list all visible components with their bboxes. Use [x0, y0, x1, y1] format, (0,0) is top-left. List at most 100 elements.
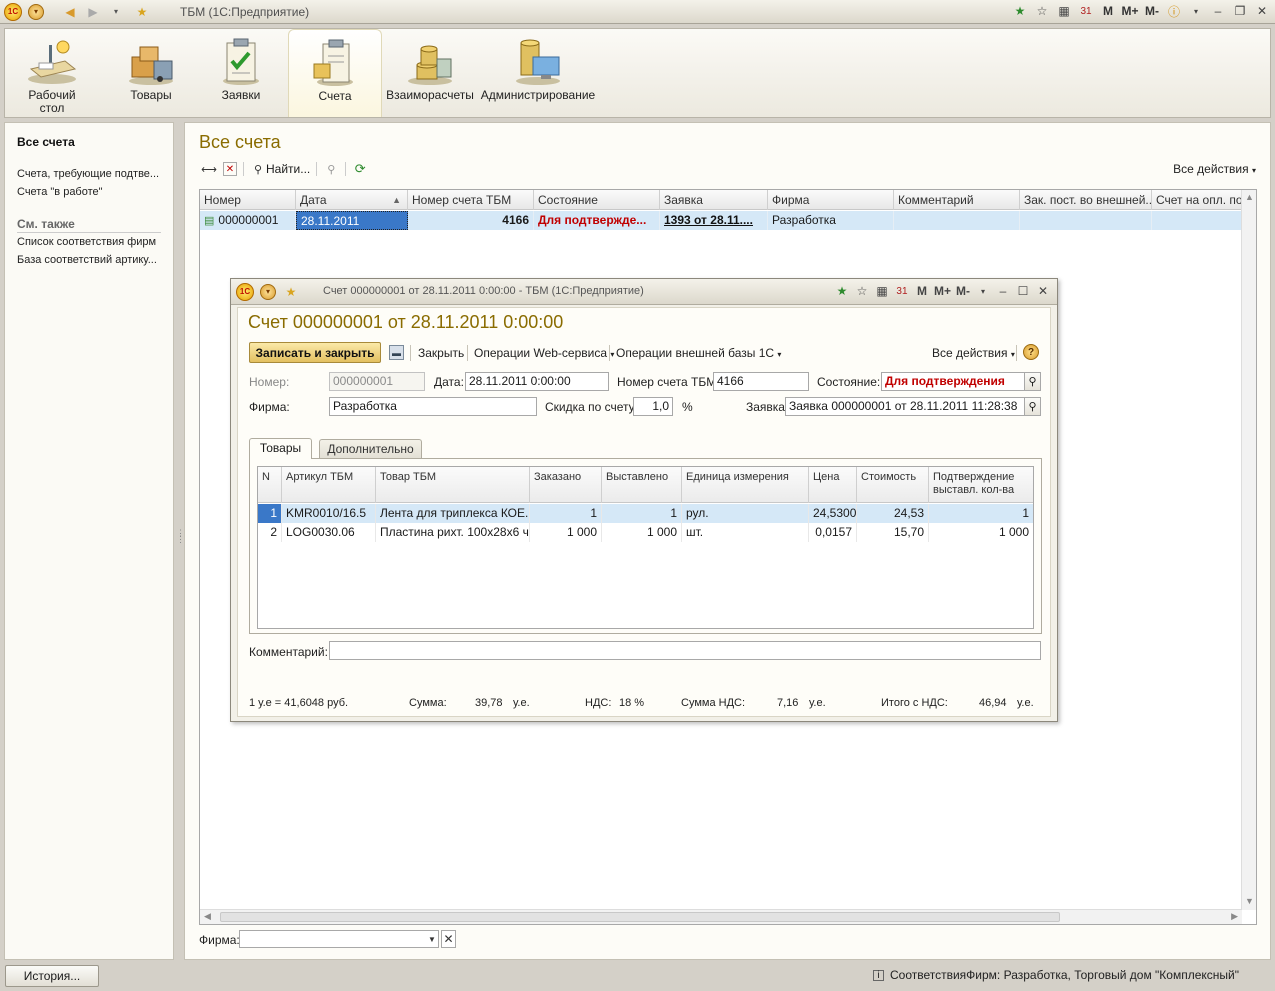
firm-filter-dropdown-icon[interactable]: ▼: [425, 931, 439, 947]
request-field[interactable]: Заявка 000000001 от 28.11.2011 11:28:38: [785, 397, 1026, 416]
add-favorite-icon[interactable]: ★: [1011, 2, 1029, 20]
memory-m-button[interactable]: M: [1099, 2, 1117, 20]
column-confirmed[interactable]: Подтверждение выставл. кол-ва: [929, 467, 1033, 503]
nav-firm-mapping-list[interactable]: Список соответствия фирм: [17, 236, 156, 248]
external-base-operations-menu[interactable]: Операции внешней базы 1С ▾: [616, 346, 781, 360]
forward-arrow-icon[interactable]: ▶: [83, 3, 103, 21]
refresh-icon[interactable]: ⟳: [352, 161, 368, 177]
nav-article-mapping-base[interactable]: База соответствий артику...: [17, 254, 157, 266]
number-field[interactable]: 000000001: [329, 372, 425, 391]
calendar-icon[interactable]: 31: [894, 282, 910, 300]
date-field[interactable]: 28.11.2011 0:00:00: [465, 372, 609, 391]
column-cost[interactable]: Стоимость: [857, 467, 929, 503]
column-unit[interactable]: Единица измерения: [682, 467, 809, 503]
memory-minus-button[interactable]: M-: [1143, 2, 1161, 20]
section-desktop[interactable]: Рабочий стол: [19, 29, 85, 117]
minimize-icon[interactable]: –: [1209, 2, 1227, 20]
find-button[interactable]: Найти...: [266, 162, 310, 176]
memory-plus-button[interactable]: M+: [1121, 2, 1139, 20]
column-date[interactable]: Дата ▲: [296, 190, 408, 210]
scroll-left-icon[interactable]: ◀: [204, 911, 211, 922]
web-service-operations-menu[interactable]: Операции Web-сервиса ▾: [474, 346, 614, 360]
column-price[interactable]: Цена: [809, 467, 857, 503]
close-icon[interactable]: ✕: [1035, 282, 1051, 300]
help-icon[interactable]: ?: [1023, 344, 1039, 360]
column-product[interactable]: Товар ТБМ: [376, 467, 530, 503]
scroll-thumb[interactable]: [220, 912, 1060, 922]
column-ext-order[interactable]: Зак. пост. во внешней...: [1020, 190, 1152, 210]
close-icon[interactable]: ✕: [1253, 2, 1271, 20]
add-favorite-icon[interactable]: ★: [834, 282, 850, 300]
restore-icon[interactable]: ❐: [1231, 2, 1249, 20]
state-select-button[interactable]: ⚲: [1024, 372, 1041, 391]
column-number[interactable]: Номер: [200, 190, 296, 210]
firm-filter-clear-icon[interactable]: ✕: [441, 930, 456, 948]
save-and-close-button[interactable]: Записать и закрыть: [249, 342, 381, 363]
discount-field[interactable]: 1,0: [633, 397, 673, 416]
column-article[interactable]: Артикул ТБМ: [282, 467, 376, 503]
search-icon[interactable]: ⚲: [250, 161, 266, 177]
table-row[interactable]: 2 LOG0030.06 Пластина рихт. 100х28х6 ч..…: [258, 523, 1033, 542]
favorites-star-icon[interactable]: ★: [132, 3, 152, 21]
firm-field[interactable]: Разработка: [329, 397, 537, 416]
calculator-icon[interactable]: ▦: [1055, 2, 1073, 20]
column-comment[interactable]: Комментарий: [894, 190, 1020, 210]
tbm-number-field[interactable]: 4166: [713, 372, 809, 391]
nav-invoices-need-confirm[interactable]: Счета, требующие подтве...: [17, 168, 159, 180]
back-arrow-icon[interactable]: ◀: [60, 3, 80, 21]
nav-all-invoices[interactable]: Все счета: [17, 135, 75, 149]
column-ordered[interactable]: Заказано: [530, 467, 602, 503]
app-logo-icon[interactable]: 1С: [3, 2, 23, 21]
favorites-list-icon[interactable]: ☆: [854, 282, 870, 300]
calendar-icon[interactable]: 31: [1077, 2, 1095, 20]
column-request[interactable]: Заявка: [660, 190, 768, 210]
maximize-icon[interactable]: ☐: [1015, 282, 1031, 300]
table-row[interactable]: 1 KMR0010/16.5 Лента для триплекса КОЕ..…: [258, 504, 1033, 523]
scroll-right-icon[interactable]: ▶: [1231, 911, 1238, 922]
close-button[interactable]: Закрыть: [418, 346, 464, 360]
section-admin[interactable]: Администрирование: [481, 29, 595, 117]
section-settlements[interactable]: Взаиморасчеты: [386, 29, 474, 117]
horizontal-scrollbar[interactable]: ◀ ▶: [200, 909, 1242, 924]
column-state[interactable]: Состояние: [534, 190, 660, 210]
history-button[interactable]: История...: [5, 965, 99, 987]
section-goods[interactable]: Товары: [119, 29, 183, 117]
status-message[interactable]: i СоответствияФирм: Разработка, Торговый…: [872, 968, 1239, 982]
history-dropdown-icon[interactable]: ▾: [106, 3, 126, 21]
delete-icon[interactable]: ✕: [223, 162, 237, 176]
calculator-icon[interactable]: ▦: [874, 282, 890, 300]
dialog-menu-icon[interactable]: ▾: [258, 283, 278, 301]
scroll-down-icon[interactable]: ▼: [1245, 896, 1254, 906]
dialog-all-actions-menu[interactable]: Все действия ▾: [932, 346, 1015, 360]
column-firm[interactable]: Фирма: [768, 190, 894, 210]
more-dropdown-icon[interactable]: ▾: [1187, 2, 1205, 20]
memory-plus-button[interactable]: M+: [934, 282, 951, 300]
tab-goods[interactable]: Товары: [249, 438, 312, 459]
cancel-search-icon[interactable]: ⚲: [323, 161, 339, 177]
dialog-logo-icon[interactable]: 1С: [235, 282, 255, 301]
table-row[interactable]: ▤ 000000001 28.11.2011 4166 Для подтвержд…: [200, 211, 1242, 230]
main-menu-icon[interactable]: ▾: [26, 3, 46, 21]
column-pay-invoice[interactable]: Счет на опл. пост: [1152, 190, 1242, 210]
memory-minus-button[interactable]: M-: [955, 282, 971, 300]
column-issued[interactable]: Выставлено: [602, 467, 682, 503]
open-icon[interactable]: ⟷: [201, 161, 217, 177]
comment-field[interactable]: [329, 641, 1041, 660]
favorites-list-icon[interactable]: ☆: [1033, 2, 1051, 20]
more-dropdown-icon[interactable]: ▾: [975, 282, 991, 300]
request-select-button[interactable]: ⚲: [1024, 397, 1041, 416]
column-tbm-number[interactable]: Номер счета ТБМ: [408, 190, 534, 210]
nav-invoices-in-work[interactable]: Счета "в работе": [17, 186, 103, 198]
column-n[interactable]: N: [258, 467, 282, 503]
vertical-scrollbar[interactable]: ▲ ▼: [1241, 190, 1256, 910]
info-icon[interactable]: ⓘ: [1165, 2, 1183, 20]
row-request-link[interactable]: 1393 от 28.11....: [660, 211, 768, 230]
splitter-handle[interactable]: ⋮ ⋮: [176, 529, 185, 556]
dialog-favorites-star-icon[interactable]: ★: [281, 283, 301, 301]
section-invoices[interactable]: Счета: [288, 29, 382, 117]
scroll-up-icon[interactable]: ▲: [1245, 192, 1254, 202]
tab-additional[interactable]: Дополнительно: [319, 439, 422, 459]
section-requests[interactable]: Заявки: [211, 29, 271, 117]
memory-m-button[interactable]: M: [914, 282, 930, 300]
all-actions-menu[interactable]: Все действия ▾: [1173, 162, 1256, 176]
